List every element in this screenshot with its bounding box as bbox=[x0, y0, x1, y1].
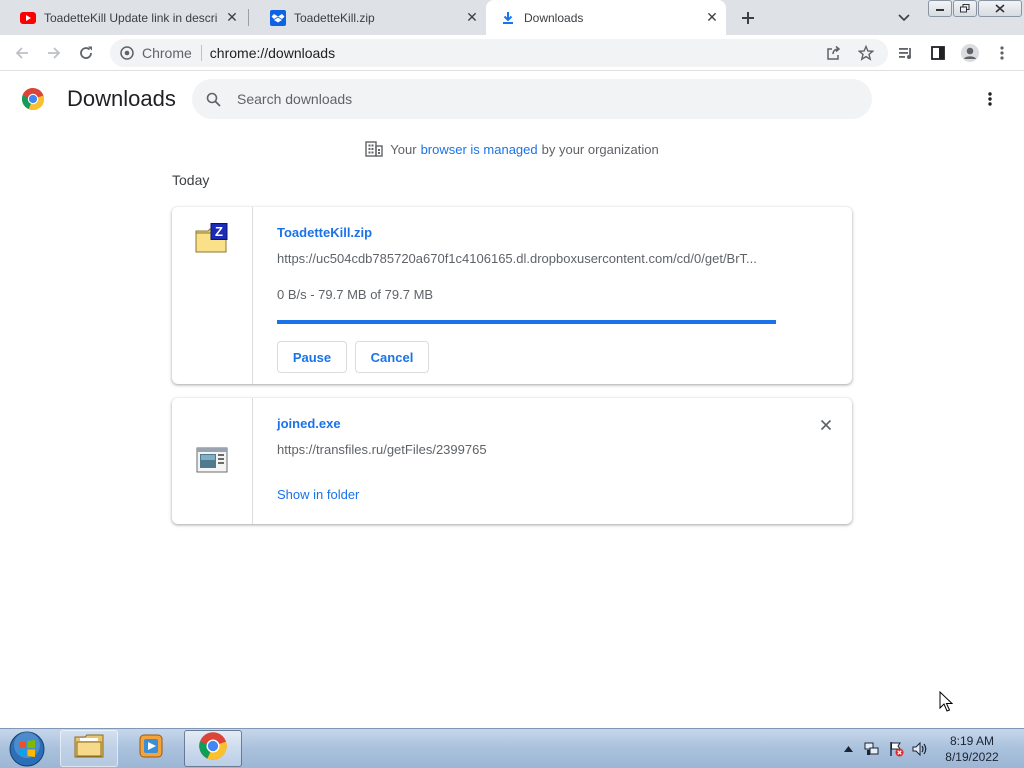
search-icon bbox=[203, 89, 223, 109]
reload-button[interactable] bbox=[73, 40, 99, 66]
mouse-cursor-icon bbox=[939, 690, 954, 713]
file-icon-column: Z bbox=[172, 207, 253, 384]
forward-button[interactable] bbox=[41, 40, 67, 66]
search-input[interactable] bbox=[237, 91, 797, 107]
more-actions-icon[interactable] bbox=[978, 87, 1002, 111]
share-icon[interactable] bbox=[822, 41, 846, 65]
pause-button[interactable]: Pause bbox=[277, 341, 347, 373]
system-tray bbox=[840, 729, 936, 768]
taskbar-explorer[interactable] bbox=[60, 730, 118, 767]
clock-date: 8/19/2022 bbox=[945, 750, 999, 764]
download-item: Z ToadetteKill.zip https://uc504cdb78572… bbox=[172, 207, 852, 384]
download-filename[interactable]: joined.exe bbox=[277, 416, 341, 431]
downloads-header: Downloads bbox=[0, 72, 1024, 126]
tab-title: Downloads bbox=[524, 10, 584, 25]
managed-prefix: Your bbox=[390, 141, 417, 157]
download-filename[interactable]: ToadetteKill.zip bbox=[277, 225, 372, 240]
svg-text:Z: Z bbox=[215, 224, 223, 239]
chrome-taskbar-icon bbox=[198, 731, 228, 766]
managed-notice: Your browser is managed by your organiza… bbox=[0, 139, 1024, 159]
taskbar-chrome[interactable] bbox=[184, 730, 242, 767]
start-button[interactable] bbox=[5, 729, 49, 768]
clock-time: 8:19 AM bbox=[949, 734, 995, 748]
download-url[interactable]: https://uc504cdb785720a670f1c4106165.dl.… bbox=[277, 251, 757, 266]
chrome-logo-icon bbox=[21, 87, 45, 111]
download-url[interactable]: https://transfiles.ru/getFiles/2399765 bbox=[277, 442, 487, 457]
chrome-menu-icon[interactable] bbox=[989, 40, 1015, 66]
dropbox-icon bbox=[270, 9, 286, 26]
media-controls-icon[interactable] bbox=[893, 40, 919, 66]
windows-taskbar: 8:19 AM 8/19/2022 bbox=[0, 728, 1024, 768]
bookmark-star-icon[interactable] bbox=[854, 41, 878, 65]
action-center-flag-icon[interactable] bbox=[888, 741, 904, 757]
download-progress-bar bbox=[277, 320, 776, 324]
zip-file-icon: Z bbox=[195, 223, 229, 255]
page-title: Downloads bbox=[67, 86, 176, 111]
taskbar-clock[interactable]: 8:19 AM 8/19/2022 bbox=[934, 733, 1010, 765]
url-text[interactable]: chrome://downloads bbox=[210, 45, 335, 61]
chrome-page-icon bbox=[119, 45, 135, 61]
exe-file-icon bbox=[195, 446, 229, 478]
window-controls bbox=[928, 0, 1022, 18]
managed-link[interactable]: browser is managed bbox=[421, 142, 538, 157]
file-icon-column bbox=[172, 398, 253, 524]
new-tab-button[interactable] bbox=[736, 6, 760, 30]
download-status: 0 B/s - 79.7 MB of 79.7 MB bbox=[277, 287, 434, 302]
tab-separator bbox=[248, 9, 249, 26]
managed-suffix: by your organization bbox=[541, 141, 659, 157]
profile-avatar-icon[interactable] bbox=[957, 40, 983, 66]
tab-dropbox[interactable]: ToadetteKill.zip ✕ bbox=[250, 0, 486, 35]
download-icon bbox=[500, 10, 516, 26]
network-icon[interactable] bbox=[864, 741, 880, 757]
tab-youtube[interactable]: ToadetteKill Update link in descri ✕ bbox=[0, 0, 246, 35]
address-bar[interactable]: Chrome chrome://downloads bbox=[110, 39, 888, 67]
tab-strip: ToadetteKill Update link in descri ✕ Toa… bbox=[0, 0, 1024, 35]
close-window-button[interactable] bbox=[978, 0, 1022, 17]
volume-icon[interactable] bbox=[912, 741, 928, 757]
cancel-button[interactable]: Cancel bbox=[355, 341, 429, 373]
close-tab-icon[interactable]: ✕ bbox=[222, 8, 242, 28]
restore-button[interactable] bbox=[953, 0, 977, 17]
omnibox-divider bbox=[200, 45, 202, 61]
tab-title: ToadetteKill Update link in descri bbox=[44, 10, 218, 25]
show-in-folder-link[interactable]: Show in folder bbox=[277, 487, 359, 502]
browser-toolbar: Chrome chrome://downloads bbox=[0, 35, 1024, 71]
tab-downloads[interactable]: Downloads ✕ bbox=[486, 0, 726, 35]
download-item: joined.exe https://transfiles.ru/getFile… bbox=[172, 398, 852, 524]
side-panel-icon[interactable] bbox=[925, 40, 951, 66]
folder-icon bbox=[74, 733, 104, 764]
tab-title: ToadetteKill.zip bbox=[294, 10, 375, 25]
date-header: Today bbox=[172, 172, 210, 188]
taskbar-media-player[interactable] bbox=[122, 730, 180, 767]
close-tab-icon[interactable]: ✕ bbox=[462, 8, 482, 28]
remove-download-icon[interactable] bbox=[816, 415, 836, 435]
back-button[interactable] bbox=[9, 40, 35, 66]
media-player-icon bbox=[138, 733, 164, 764]
youtube-icon bbox=[20, 10, 36, 26]
site-chip: Chrome bbox=[142, 45, 192, 61]
building-icon bbox=[365, 140, 383, 158]
show-hidden-icons-chevron-icon[interactable] bbox=[840, 741, 856, 757]
tab-search-chevron-icon[interactable] bbox=[894, 8, 914, 28]
close-tab-icon[interactable]: ✕ bbox=[702, 8, 722, 28]
search-downloads-box[interactable] bbox=[192, 79, 872, 119]
minimize-button[interactable] bbox=[928, 0, 952, 17]
download-progress-fill bbox=[277, 320, 776, 324]
